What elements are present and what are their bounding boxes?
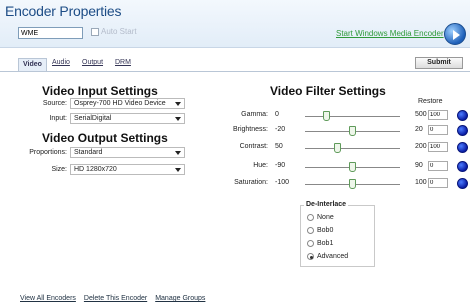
filter-name: Hue: <box>253 162 268 169</box>
chevron-down-icon <box>175 102 181 106</box>
deinterlace-group: De-Interlace None Bob0 Bob1 Advanced <box>300 201 375 267</box>
input-settings-heading: Video Input Settings <box>42 84 158 98</box>
page-title: Encoder Properties <box>5 3 122 19</box>
filter-max: 500 <box>415 111 427 118</box>
filter-settings-heading: Video Filter Settings <box>270 84 386 98</box>
restore-icon[interactable] <box>457 125 468 136</box>
radio-option[interactable]: Advanced <box>307 253 348 260</box>
filter-name: Brightness: <box>232 126 268 133</box>
start-encoder-link[interactable]: Start Windows Media Encoder <box>336 29 444 38</box>
slider-thumb[interactable] <box>349 162 356 172</box>
radio-option[interactable]: Bob0 <box>307 227 333 234</box>
filter-min: -20 <box>275 126 286 133</box>
radio-icon[interactable] <box>307 240 314 247</box>
tab-video[interactable]: Video <box>18 58 47 71</box>
filter-min: 0 <box>275 111 279 118</box>
tab-audio[interactable]: Audio <box>52 59 70 66</box>
slider-thumb[interactable] <box>349 179 356 189</box>
checkbox-icon[interactable] <box>91 27 99 36</box>
restore-icon[interactable] <box>457 178 468 189</box>
filter-row: Hue: -90 90 <box>208 161 470 173</box>
size-label: Size: <box>51 166 67 173</box>
filter-row: Brightness: -20 20 <box>208 125 470 137</box>
filter-name: Saturation: <box>234 179 268 186</box>
size-select[interactable]: HD 1280x720 <box>70 164 185 175</box>
tab-drm[interactable]: DRM <box>115 59 131 66</box>
filter-row: Gamma: 0 500 <box>208 110 470 122</box>
proportions-label: Proportions: <box>29 149 67 156</box>
input-value: SerialDigital <box>74 115 112 122</box>
radio-label: None <box>317 214 334 221</box>
chevron-down-icon <box>175 117 181 121</box>
tab-output[interactable]: Output <box>82 59 103 66</box>
filter-max: 20 <box>415 126 423 133</box>
autostart-label: Auto Start <box>101 27 137 36</box>
filter-value-input[interactable] <box>428 178 448 188</box>
filter-row: Saturation: -100 100 <box>208 178 470 190</box>
slider-thumb[interactable] <box>322 111 330 121</box>
source-select[interactable]: Osprey-700 HD Video Device <box>70 98 185 109</box>
radio-label: Bob1 <box>317 240 334 247</box>
slider-track[interactable] <box>305 148 400 149</box>
chevron-down-icon <box>175 168 181 172</box>
tab-bar: Video Audio Output DRM <box>0 56 470 72</box>
restore-icon[interactable] <box>457 110 468 121</box>
input-select[interactable]: SerialDigital <box>70 113 185 124</box>
input-label: Input: <box>49 115 67 122</box>
submit-button[interactable]: Submit <box>415 57 463 69</box>
windows-media-encoder-icon[interactable] <box>444 23 466 45</box>
filter-row: Contrast: 50 200 <box>208 142 470 154</box>
encoder-header: Encoder Properties Auto Start Start Wind… <box>0 0 470 48</box>
proportions-select[interactable]: Standard <box>70 147 185 158</box>
radio-option[interactable]: Bob1 <box>307 240 333 247</box>
radio-icon[interactable] <box>307 214 314 221</box>
output-settings-heading: Video Output Settings <box>42 131 168 145</box>
source-label: Source: <box>42 100 67 107</box>
radio-label: Advanced <box>317 253 349 260</box>
restore-icon[interactable] <box>457 161 468 172</box>
deinterlace-legend: De-Interlace <box>304 201 349 208</box>
filter-max: 90 <box>415 162 423 169</box>
view-all-encoders-link[interactable]: View All Encoders <box>20 295 76 302</box>
filter-value-input[interactable] <box>428 110 448 120</box>
size-value: HD 1280x720 <box>74 166 117 173</box>
filter-min: -90 <box>275 162 286 169</box>
chevron-down-icon <box>175 151 181 155</box>
filter-name: Contrast: <box>239 143 268 150</box>
radio-icon[interactable] <box>307 253 314 260</box>
filter-min: -100 <box>275 179 290 186</box>
slider-thumb[interactable] <box>334 143 342 153</box>
filter-value-input[interactable] <box>428 161 448 171</box>
encoder-name-input[interactable] <box>18 27 83 39</box>
slider-thumb[interactable] <box>349 126 356 136</box>
filter-value-input[interactable] <box>428 142 448 152</box>
proportions-value: Standard <box>74 149 103 156</box>
autostart-checkbox[interactable]: Auto Start <box>91 27 137 36</box>
radio-icon[interactable] <box>307 227 314 234</box>
radio-label: Bob0 <box>317 227 334 234</box>
slider-track[interactable] <box>305 116 400 117</box>
filter-min: 50 <box>275 143 283 150</box>
radio-option[interactable]: None <box>307 214 334 221</box>
filter-name: Gamma: <box>241 111 268 118</box>
filter-max: 100 <box>415 179 427 186</box>
filter-value-input[interactable] <box>428 125 448 135</box>
delete-encoder-link[interactable]: Delete This Encoder <box>84 295 147 302</box>
filter-max: 200 <box>415 143 427 150</box>
footer-links: View All Encoders Delete This Encoder Ma… <box>20 295 205 302</box>
manage-groups-link[interactable]: Manage Groups <box>155 295 205 302</box>
source-value: Osprey-700 HD Video Device <box>74 100 166 107</box>
restore-label: Restore <box>418 98 443 105</box>
restore-icon[interactable] <box>457 142 468 153</box>
